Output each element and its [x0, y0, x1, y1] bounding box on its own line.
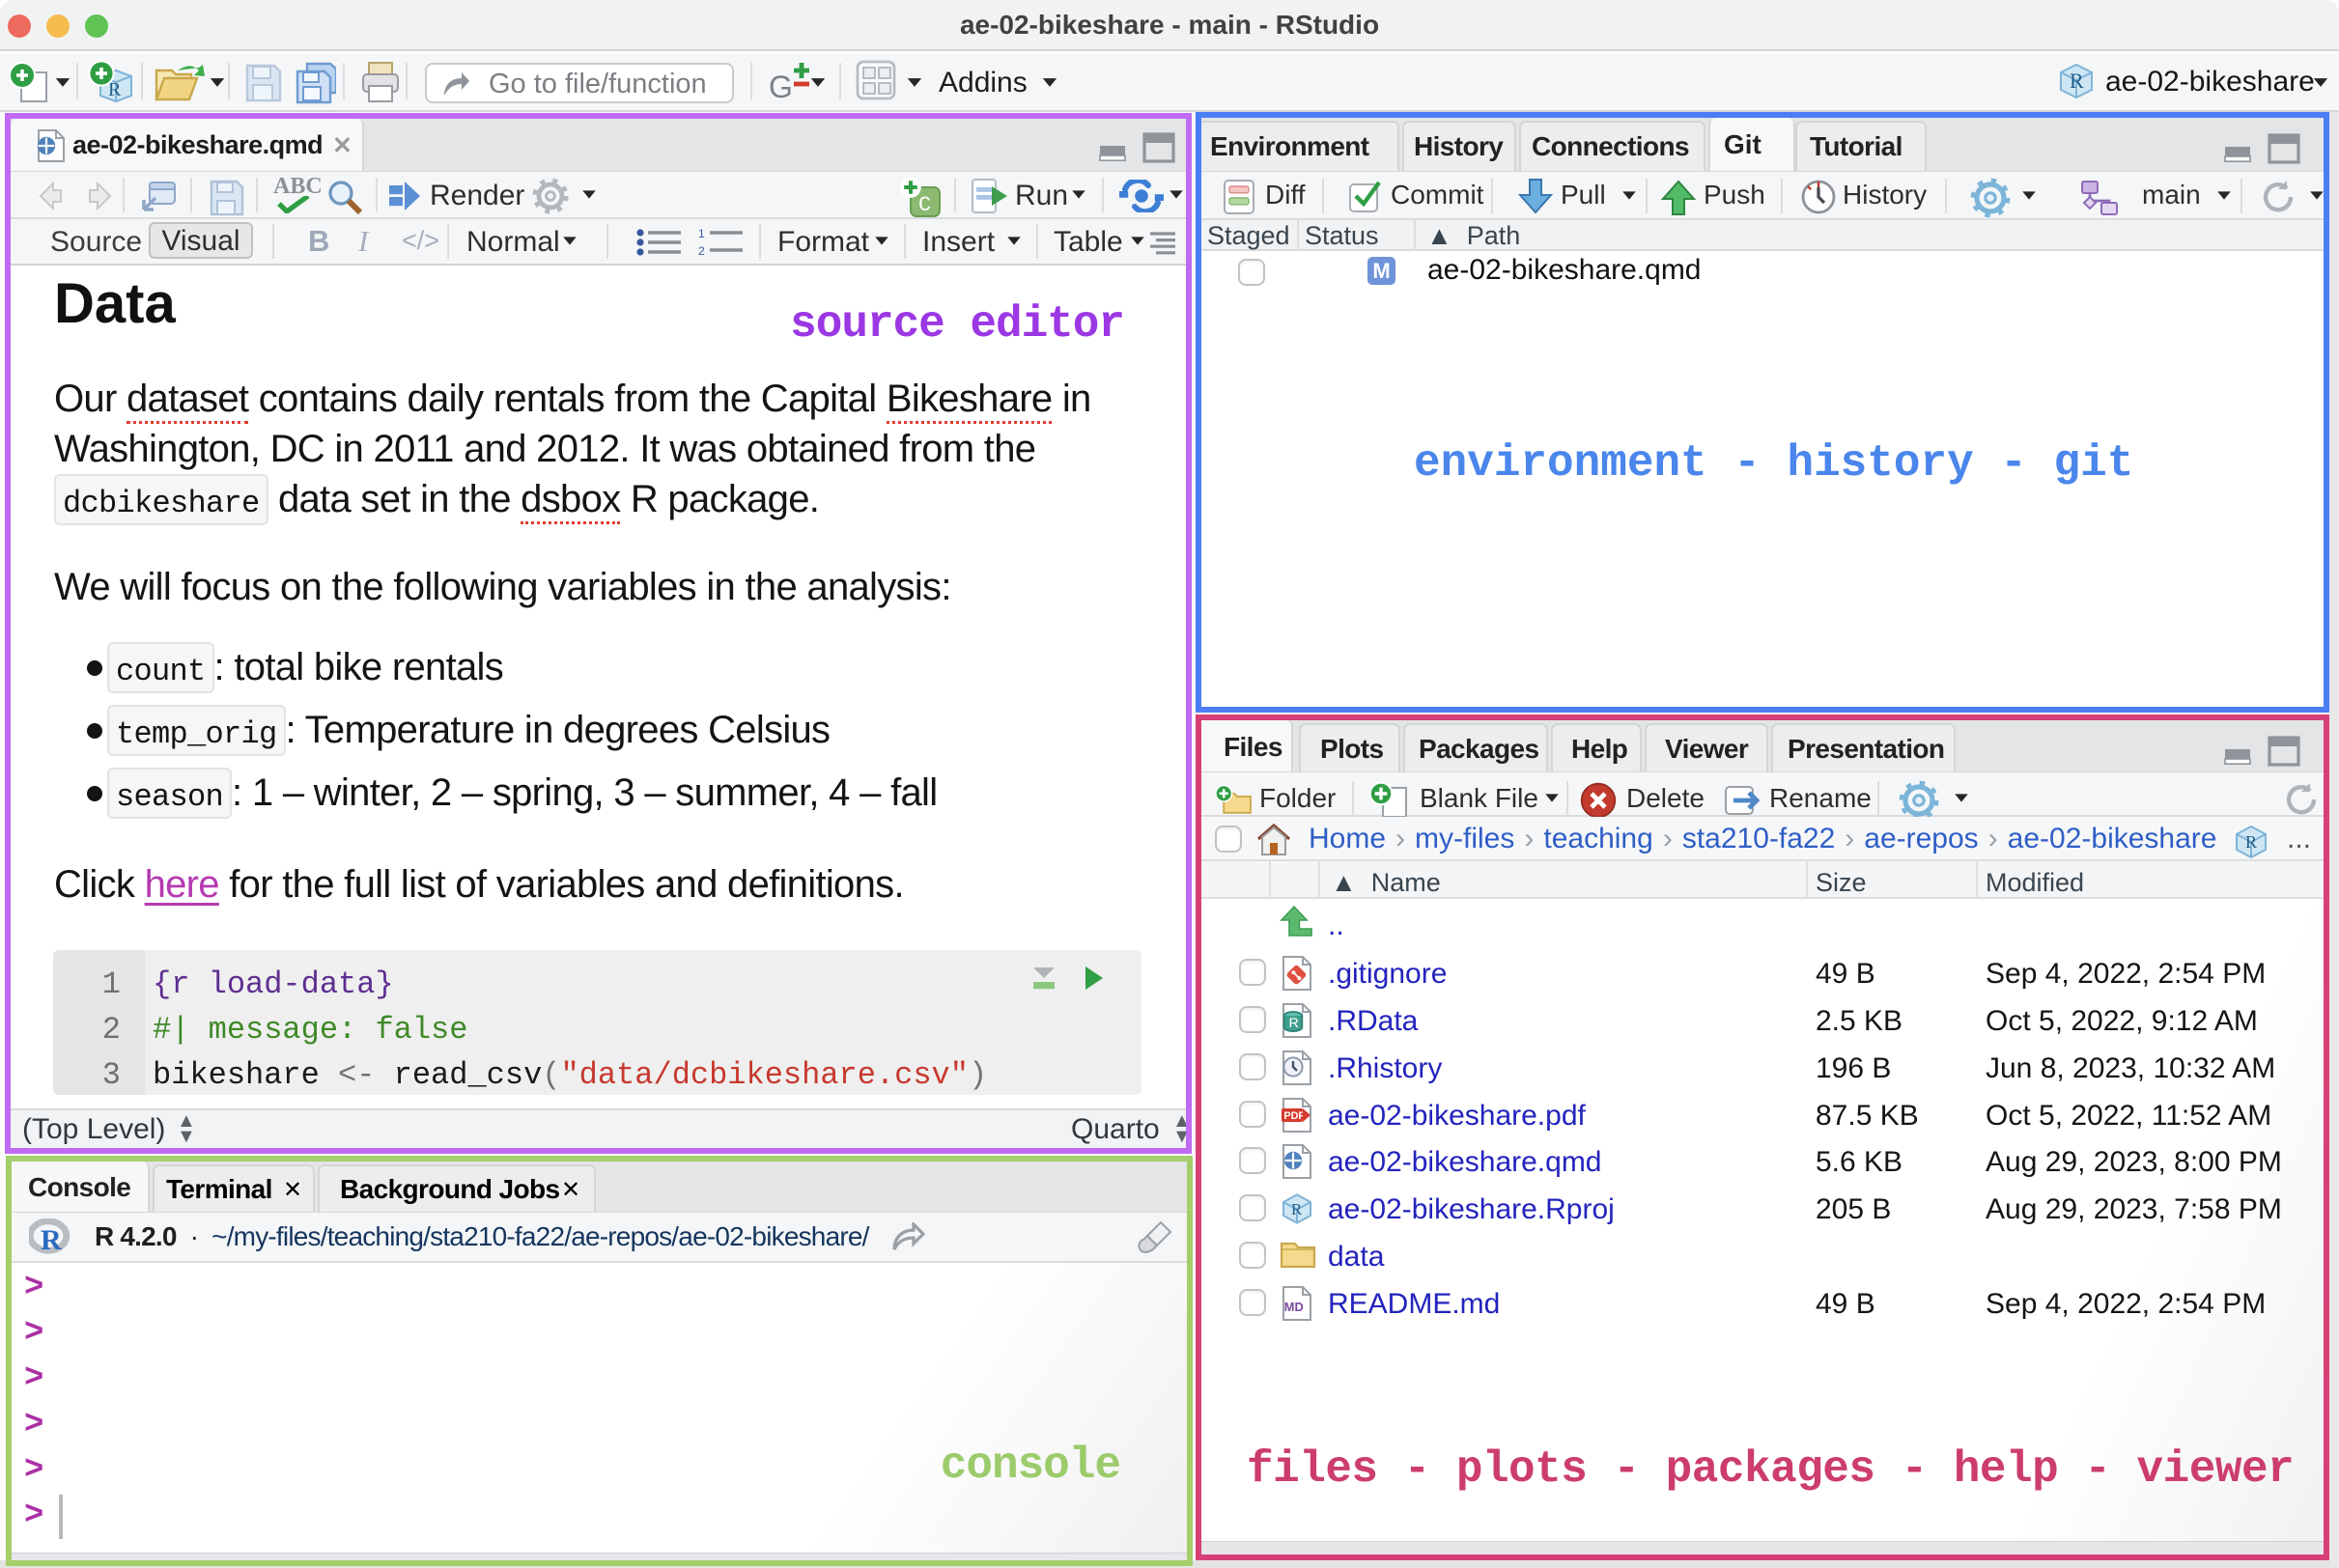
- svg-text:G: G: [769, 70, 793, 104]
- svg-text:MD: MD: [1284, 1300, 1304, 1314]
- svg-text:C: C: [918, 193, 931, 217]
- svg-text:R: R: [41, 1224, 62, 1255]
- svg-text:R: R: [2245, 832, 2257, 852]
- svg-text:2: 2: [698, 244, 705, 256]
- svg-text:1: 1: [698, 229, 705, 240]
- svg-text:PDF: PDF: [1283, 1110, 1305, 1122]
- svg-text:R: R: [1289, 1015, 1299, 1030]
- svg-text:R: R: [1291, 1200, 1303, 1218]
- svg-text:R: R: [2070, 69, 2084, 93]
